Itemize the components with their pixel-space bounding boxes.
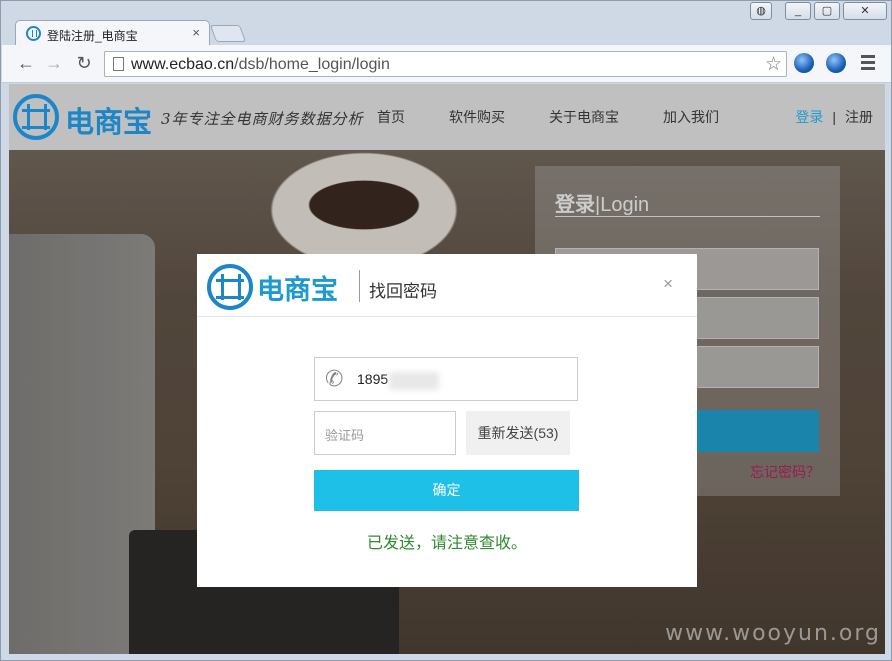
- page-icon: [113, 57, 124, 71]
- user-icon[interactable]: ◍: [750, 2, 772, 20]
- back-icon[interactable]: ←: [16, 53, 36, 73]
- page-viewport: 电商宝 3年专注全电商财务数据分析 首页 软件购买 关于电商宝 加入我们 登录 |…: [9, 84, 885, 654]
- minimize-button[interactable]: _: [785, 2, 811, 20]
- close-window-button[interactable]: ✕: [843, 2, 887, 20]
- auth-separator: |: [832, 109, 836, 125]
- modal-header: 电商宝 找回密码 ×: [197, 254, 697, 317]
- confirm-button[interactable]: 确定: [314, 470, 579, 511]
- modal-close-button[interactable]: ×: [663, 274, 673, 294]
- modal-header-divider: [359, 270, 360, 302]
- tab-title: 登陆注册_电商宝: [47, 29, 138, 43]
- nav-about[interactable]: 关于电商宝: [549, 107, 619, 127]
- auth-links: 登录 | 注册: [795, 107, 873, 127]
- modal-logo-text: 电商宝: [257, 275, 338, 305]
- globe-extension-icon[interactable]: [794, 53, 814, 73]
- url-text[interactable]: www.ecbao.cn/dsb/home_login/login: [131, 56, 390, 74]
- modal-title: 找回密码: [369, 282, 437, 301]
- phone-redaction: [389, 372, 439, 390]
- reload-icon[interactable]: ↻: [74, 53, 94, 73]
- resend-code-button[interactable]: 重新发送(53): [466, 411, 570, 455]
- forward-icon[interactable]: →: [44, 53, 64, 73]
- sent-message: 已发送，请注意查收。: [366, 535, 527, 552]
- browser-tab[interactable]: 登陆注册_电商宝 ×: [15, 20, 210, 46]
- nav-home[interactable]: 首页: [377, 107, 405, 127]
- url-host: www.ecbao.cn: [131, 56, 235, 73]
- restore-button[interactable]: ▢: [814, 2, 840, 20]
- logo-mark-icon: [13, 94, 59, 140]
- modal-logo-mark-icon: [207, 264, 253, 310]
- window-controls: ◍ _ ▢ ✕: [750, 2, 887, 20]
- phone-value: 1895: [357, 371, 389, 387]
- new-tab-button[interactable]: [209, 25, 247, 42]
- phone-input[interactable]: ✆ 1895: [314, 357, 578, 401]
- bookmark-star-icon[interactable]: ☆: [765, 53, 782, 76]
- browser-toolbar: ← → ↻ www.ecbao.cn/dsb/home_login/login …: [2, 45, 891, 83]
- menu-icon[interactable]: [861, 55, 875, 73]
- login-link[interactable]: 登录: [795, 109, 823, 125]
- nav-buy-software[interactable]: 软件购买: [449, 107, 505, 127]
- tab-strip: 登陆注册_电商宝 × ◍ _ ▢ ✕: [1, 1, 892, 46]
- recover-password-modal: 电商宝 找回密码 × ✆ 1895 验证码 重新发送(53) 确定 已发送，请注…: [197, 254, 697, 587]
- slogan: 3年专注全电商财务数据分析: [161, 110, 364, 128]
- site-header: 电商宝 3年专注全电商财务数据分析 首页 软件购买 关于电商宝 加入我们 登录 |…: [9, 84, 885, 150]
- verification-code-input[interactable]: 验证码: [314, 411, 456, 455]
- browser-window: 登陆注册_电商宝 × ◍ _ ▢ ✕ ← → ↻ www.ecbao.cn/ds…: [0, 0, 892, 661]
- nav-join[interactable]: 加入我们: [663, 107, 719, 127]
- tab-close-button[interactable]: ×: [192, 25, 200, 40]
- logo-text: 电商宝: [65, 107, 153, 139]
- favicon-icon: [26, 26, 41, 41]
- address-bar[interactable]: www.ecbao.cn/dsb/home_login/login ☆: [104, 51, 787, 77]
- phone-icon: ✆: [325, 366, 344, 391]
- register-link[interactable]: 注册: [845, 109, 873, 125]
- globe-extension-icon-2[interactable]: [826, 53, 846, 73]
- url-path: /dsb/home_login/login: [234, 56, 390, 73]
